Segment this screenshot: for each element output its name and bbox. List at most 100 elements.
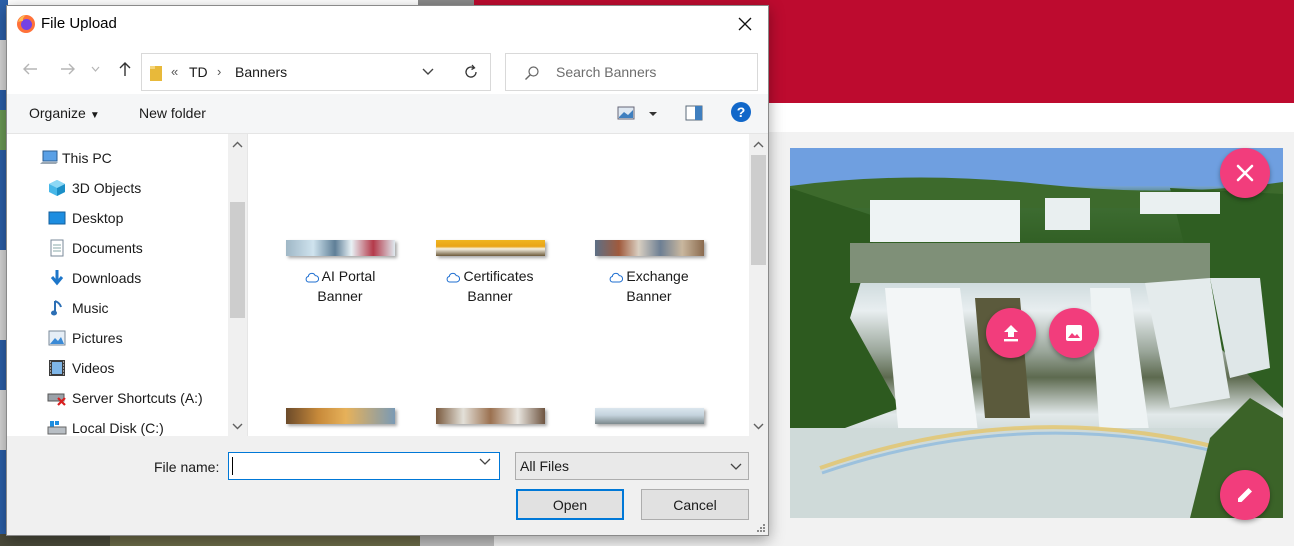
breadcrumb-overflow[interactable]: « [171, 64, 178, 79]
file-name-line1: Certificates [463, 268, 534, 284]
tree-item-music[interactable]: Music [7, 293, 227, 323]
chevron-down-icon[interactable] [479, 458, 491, 466]
back-button[interactable] [17, 56, 43, 82]
tree-item-server-shortcuts[interactable]: Server Shortcuts (A:) [7, 383, 227, 413]
scroll-down-arrow[interactable] [752, 420, 765, 433]
up-button[interactable] [112, 56, 138, 82]
file-type-select[interactable]: All Files [515, 452, 749, 480]
scrollbar-thumb[interactable] [230, 202, 245, 318]
arrow-up-icon [119, 62, 131, 76]
file-name-line2: Banner [317, 288, 363, 304]
scrollbar-thumb[interactable] [751, 155, 766, 265]
recent-locations-button[interactable] [87, 56, 103, 82]
scroll-down-arrow[interactable] [231, 420, 244, 433]
pencil-icon [1238, 488, 1252, 502]
file-thumbnail [286, 408, 395, 424]
tree-item-label: Documents [72, 240, 143, 256]
open-button[interactable]: Open [516, 489, 624, 520]
tree-item-label: Desktop [72, 210, 124, 226]
music-icon [47, 298, 67, 318]
file-thumbnail [595, 408, 704, 424]
banner-image [790, 148, 1283, 518]
tree-item-3d-objects[interactable]: 3D Objects [7, 173, 227, 203]
tree-item-downloads[interactable]: Downloads [7, 263, 227, 293]
tree-item-local-disk[interactable]: Local Disk (C:) [7, 413, 227, 436]
file-thumbnail [595, 240, 704, 256]
resize-grip-icon[interactable] [756, 523, 766, 533]
file-upload-dialog: File Upload « TD › Banners Search Banner… [6, 5, 769, 536]
cloud-icon [447, 272, 461, 283]
new-folder-button[interactable]: New folder [139, 105, 206, 121]
chevron-down-icon[interactable] [422, 63, 434, 79]
file-name-line2: Banner [467, 288, 513, 304]
scroll-up-arrow[interactable] [752, 138, 765, 151]
file-label: Certificates Banner [425, 266, 555, 306]
organize-menu-button[interactable]: Organize ▼ [29, 105, 100, 121]
tree-item-label: Local Disk (C:) [72, 420, 164, 436]
file-list-pane: AI Portal Banner Certificates Banner Exc… [247, 134, 768, 436]
file-thumbnail [436, 240, 545, 256]
dialog-footer: File name: All Files Open Cancel [7, 436, 768, 535]
address-bar[interactable]: « TD › Banners [141, 53, 483, 91]
refresh-button[interactable] [451, 53, 491, 91]
file-name-line1: Exchange [626, 268, 689, 284]
cancel-button[interactable]: Cancel [641, 489, 749, 520]
tree-item-label: Server Shortcuts (A:) [72, 390, 203, 406]
computer-icon [39, 148, 59, 168]
refresh-icon [464, 64, 477, 78]
preview-pane-icon [685, 105, 703, 121]
tree-item-label: Videos [72, 360, 115, 376]
file-name-line2: Banner [626, 288, 672, 304]
download-icon [47, 268, 67, 288]
edit-banner-button[interactable] [1220, 470, 1270, 520]
document-icon [47, 238, 67, 258]
upload-image-button[interactable] [986, 308, 1036, 358]
caret-down-icon: ▼ [89, 110, 100, 121]
close-banner-button[interactable] [1220, 148, 1270, 198]
file-label: Exchange Banner [584, 266, 714, 306]
change-view-button[interactable] [617, 104, 659, 127]
dialog-titlebar: File Upload [7, 6, 768, 42]
dialog-close-button[interactable] [722, 6, 768, 42]
tree-item-this-pc[interactable]: This PC [7, 143, 227, 173]
command-toolbar: Organize ▼ New folder ? [7, 94, 768, 134]
navigation-bar: « TD › Banners Search Banners [7, 42, 768, 94]
organize-label: Organize [29, 105, 86, 121]
scroll-up-arrow[interactable] [231, 138, 244, 151]
tree-item-documents[interactable]: Documents [7, 233, 227, 263]
close-icon [1236, 164, 1254, 182]
cube-icon [47, 178, 67, 198]
breadcrumb-td[interactable]: TD [189, 64, 208, 80]
breadcrumb-banners[interactable]: Banners [235, 64, 287, 80]
search-icon [525, 66, 539, 80]
tree-item-label: This PC [62, 150, 112, 166]
navigation-pane-scrollbar[interactable] [228, 134, 247, 436]
firefox-icon [17, 15, 35, 33]
preview-pane-button[interactable] [685, 105, 703, 126]
arrow-right-icon [61, 63, 75, 75]
cloud-icon [609, 272, 624, 283]
file-name-line1: AI Portal [321, 268, 376, 284]
tree-item-videos[interactable]: Videos [7, 353, 227, 383]
tree-item-pictures[interactable]: Pictures [7, 323, 227, 353]
tree-item-label: 3D Objects [72, 180, 142, 196]
help-button[interactable]: ? [730, 101, 752, 128]
choose-image-button[interactable] [1049, 308, 1099, 358]
file-thumbnail [436, 408, 545, 424]
search-box[interactable]: Search Banners [505, 53, 758, 91]
cloud-icon [305, 272, 319, 283]
tree-item-label: Pictures [72, 330, 123, 346]
forward-button[interactable] [55, 56, 81, 82]
disk-icon [47, 418, 67, 436]
navigation-pane: This PC 3D Objects Desktop Documents Dow… [7, 134, 247, 436]
file-list-scrollbar[interactable] [749, 134, 768, 436]
file-name-input[interactable] [228, 452, 500, 480]
close-icon [738, 17, 752, 31]
file-label: AI Portal Banner [275, 266, 405, 306]
arrow-left-icon [23, 63, 37, 75]
network-drive-icon [47, 388, 67, 408]
tree-item-label: Music [72, 300, 109, 316]
tree-item-desktop[interactable]: Desktop [7, 203, 227, 233]
tree-item-label: Downloads [72, 270, 142, 286]
folder-icon [150, 66, 162, 81]
